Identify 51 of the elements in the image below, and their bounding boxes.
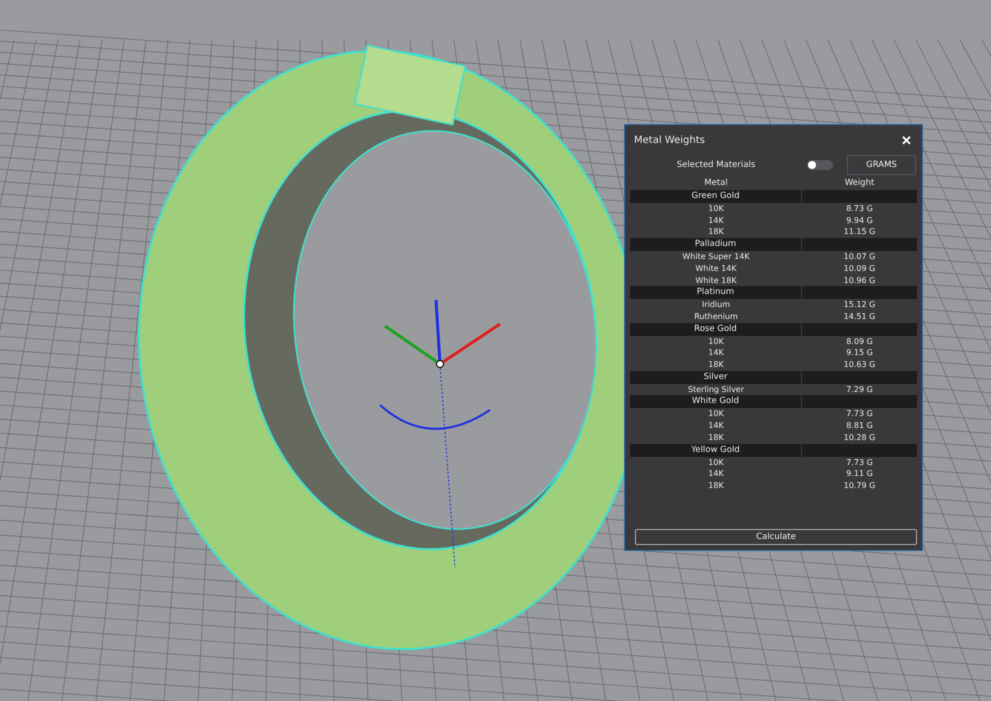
weight-cell-text: 10.28 G [842,432,876,444]
weight-cell-text: 10.63 G [842,359,876,371]
metal-cell-text: Sterling Silver [686,384,746,396]
metal-cell-text: 10K [707,336,725,348]
group-header: Platinum [630,286,801,300]
weight-cell-text: 8.73 G [845,203,874,215]
calculate-button[interactable]: Calculate [635,529,917,545]
weight-cell-text: 9.15 G [845,347,874,360]
column-header: Metal [703,177,729,190]
close-button[interactable]: ✕ [899,132,914,148]
metal-cell-text: Iridium [700,299,732,311]
group-header: Rose Gold [630,322,801,336]
metal-cell-text: 14K [707,347,725,360]
metal-cell-text: White Super 14K [681,251,751,263]
metal-cell-text: 14K [707,420,725,432]
weight-cell-text: 11.15 G [842,226,876,238]
weight-cell-text: 15.12 G [842,299,876,311]
units-button[interactable]: GRAMS [847,155,916,175]
group-header: Palladium [630,238,801,252]
toggle-switch[interactable] [807,160,833,170]
group-header: Green Gold [630,190,801,203]
metal-cell-text: 18K [707,226,725,238]
metal-cell-text: 18K [707,359,725,371]
weight-cell-text: 9.11 G [845,468,874,480]
weight-cell-text: 7.29 G [845,384,874,396]
metal-cell-text: 18K [707,432,725,444]
weight-cell-text: 9.94 G [845,214,874,226]
weight-cell-text: 7.73 G [845,456,874,468]
metal-cell-text: 18K [707,480,725,492]
weight-cell-text: 14.51 G [842,310,876,323]
weight-cell-text: 10.07 G [842,251,876,263]
weight-cell-text: 10.79 G [842,480,876,492]
weight-cell-text: 10.96 G [842,274,876,286]
group-header: Yellow Gold [630,444,801,457]
group-header: Silver [630,370,801,384]
dialog-title: Metal Weights [634,134,705,146]
weight-cell-text: 8.81 G [845,420,874,432]
metal-cell-text: 14K [707,214,725,226]
metal-cell-text: 14K [707,468,725,480]
metal-cell-text: White 14K [694,262,738,275]
metal-cell-text: White 18K [694,274,738,286]
filter-label: Selected Materials [676,160,756,170]
metal-cell-text: 10K [707,408,725,420]
column-header: Weight [844,177,876,190]
weight-cell-text: 10.09 G [842,262,876,275]
metal-cell-text: 10K [707,456,725,468]
metal-cell-text: Ruthenium [693,310,739,323]
group-header: White Gold [630,395,801,408]
weight-cell-text: 7.73 G [845,408,874,420]
weight-cell-text: 8.09 G [845,336,874,348]
metal-cell-text: 10K [707,203,725,215]
